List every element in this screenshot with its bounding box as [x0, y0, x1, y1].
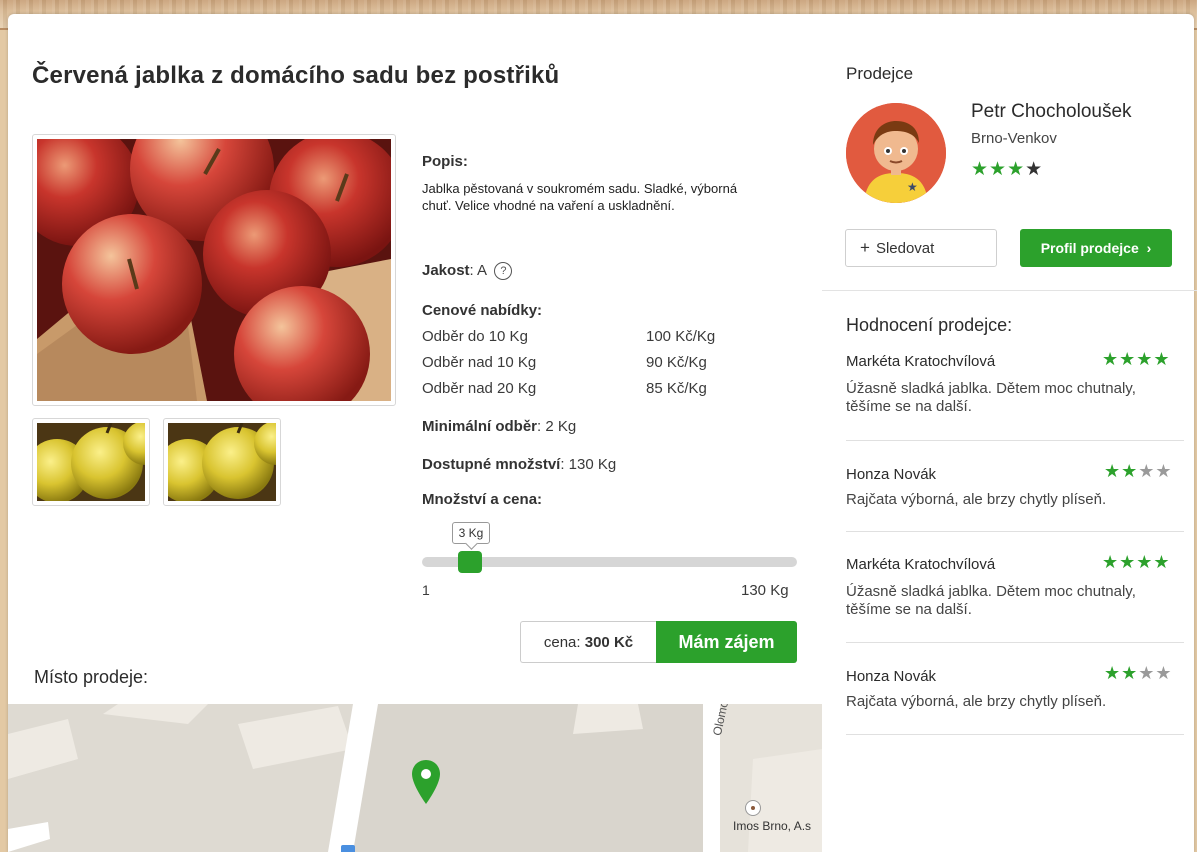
star-icon: ★ — [1136, 349, 1154, 369]
quality-row: Jakost: A ? — [422, 262, 513, 281]
review-text: Rajčata výborná, ale brzy chytly plíseň. — [846, 693, 1107, 710]
available-label: Dostupné množství — [422, 456, 561, 473]
plus-icon: + — [860, 238, 870, 257]
star-icon: ★ — [1119, 552, 1137, 572]
slider-min-label: 1 — [422, 582, 430, 598]
price-value: 300 Kč — [584, 634, 634, 651]
yellow-apples-thumb — [168, 423, 276, 501]
star-icon: ★ — [1007, 159, 1026, 180]
star-icon: ★ — [1153, 552, 1171, 572]
review-author: Markéta Kratochvílová — [846, 353, 996, 370]
quality-value: : A — [469, 262, 487, 279]
profile-label: Profil prodejce — [1040, 240, 1139, 256]
review-divider — [846, 734, 1184, 735]
review-stars: ★★★★ — [1102, 552, 1171, 573]
product-main-photo[interactable] — [32, 134, 396, 406]
help-circle-icon[interactable]: ? — [494, 262, 513, 281]
offer-label-2: Odběr nad 10 Kg — [422, 354, 537, 371]
follow-label: Sledovat — [875, 240, 935, 257]
min-order-row: Minimální odběr: 2 Kg — [422, 418, 576, 435]
transit-icon[interactable] — [341, 845, 355, 852]
offer-price-2: 90 Kč/Kg — [646, 354, 707, 371]
min-order-label: Minimální odběr — [422, 418, 538, 435]
review-stars: ★★★★ — [1104, 461, 1173, 482]
seller-avatar[interactable]: ★ — [846, 103, 946, 203]
quality-label: Jakost — [422, 262, 470, 279]
map-pin-shape — [412, 760, 440, 804]
thumbnail-illustration — [168, 423, 276, 501]
star-icon: ★ — [1104, 461, 1122, 481]
star-icon: ★ — [1102, 552, 1120, 572]
yellow-apples-thumb — [37, 423, 145, 501]
slider-max-label: 130 Kg — [741, 582, 789, 599]
apples-photo — [37, 139, 391, 401]
review-text: Úžasně sladká jablka. Dětem moc chutnaly… — [846, 583, 1136, 618]
seller-rating-stars: ★★★★ — [971, 158, 1043, 181]
seller-name: Petr Chocholoušek — [971, 101, 1132, 122]
offer-price-3: 85 Kč/Kg — [646, 380, 707, 397]
slider-value-tooltip: 3 Kg — [452, 522, 490, 544]
star-icon: ★ — [1121, 461, 1139, 481]
review-text: Úžasně sladká jablka. Dětem moc chutnaly… — [846, 380, 1136, 415]
review-divider — [846, 440, 1184, 441]
place-of-sale-label: Místo prodeje: — [34, 667, 149, 687]
star-icon: ★ — [1136, 552, 1154, 572]
product-thumbnail-1[interactable] — [32, 418, 150, 506]
svg-text:★: ★ — [907, 180, 918, 194]
star-icon: ★ — [989, 159, 1008, 180]
review-divider — [846, 531, 1184, 532]
poi-icon[interactable] — [745, 800, 761, 816]
offer-label-3: Odběr nad 20 Kg — [422, 380, 537, 397]
apples-illustration — [37, 139, 391, 401]
star-icon: ★ — [1138, 461, 1156, 481]
offer-label-1: Odběr do 10 Kg — [422, 328, 528, 345]
thumbnail-illustration — [37, 423, 145, 501]
review-stars: ★★★★ — [1102, 349, 1171, 370]
poi-label: Imos Brno, A.s — [733, 819, 812, 833]
seller-heading: Prodejce — [846, 64, 914, 83]
description-text: Jablka pěstovaná v soukromém sadu. Sladk… — [422, 181, 738, 213]
quantity-slider-handle[interactable] — [458, 551, 482, 573]
star-icon: ★ — [1102, 349, 1120, 369]
review-author: Markéta Kratochvílová — [846, 556, 996, 573]
price-display: cena: 300 Kč — [520, 621, 656, 663]
price-prefix: cena: — [543, 634, 581, 651]
star-icon: ★ — [1104, 663, 1122, 683]
review-author: Honza Novák — [846, 466, 937, 483]
star-icon: ★ — [1138, 663, 1156, 683]
review-author: Honza Novák — [846, 668, 937, 685]
star-icon: ★ — [1155, 461, 1173, 481]
reviews-heading-colon: : — [1007, 315, 1013, 335]
avatar-illustration: ★ — [846, 103, 946, 203]
offers-label: Cenové nabídky: — [422, 302, 543, 319]
star-icon: ★ — [971, 159, 990, 180]
product-thumbnail-2[interactable] — [163, 418, 281, 506]
interest-button[interactable]: Mám zájem — [656, 621, 797, 663]
available-row: Dostupné množství: 130 Kg — [422, 456, 616, 473]
chevron-right-icon: › — [1146, 240, 1152, 256]
min-order-value: : 2 Kg — [537, 418, 577, 435]
poi-dot — [751, 806, 755, 810]
product-title: Červená jablka z domácího sadu bez postř… — [32, 62, 560, 89]
star-icon: ★ — [1121, 663, 1139, 683]
star-icon: ★ — [1119, 349, 1137, 369]
sale-location-map[interactable]: Olomoucká Imos Brno, A.s — [8, 704, 822, 852]
available-value: : 130 Kg — [560, 456, 617, 473]
offer-price-1: 100 Kč/Kg — [646, 328, 716, 345]
star-icon: ★ — [1025, 159, 1044, 180]
seller-profile-button[interactable]: Profil prodejce › — [1020, 229, 1172, 267]
seller-location: Brno-Venkov — [971, 130, 1057, 147]
star-icon: ★ — [1155, 663, 1173, 683]
sidebar-divider — [822, 290, 1197, 291]
reviews-heading-text: Hodnocení prodejce — [846, 315, 1008, 335]
review-stars: ★★★★ — [1104, 663, 1173, 684]
quantity-price-label: Množství a cena: — [422, 491, 543, 508]
review-divider — [846, 642, 1184, 643]
star-icon: ★ — [1153, 349, 1171, 369]
map-pin-icon[interactable] — [412, 760, 440, 809]
follow-button[interactable]: + Sledovat — [845, 229, 997, 267]
review-text: Rajčata výborná, ale brzy chytly plíseň. — [846, 491, 1107, 508]
description-label: Popis: — [422, 153, 468, 170]
reviews-heading: Hodnocení prodejce: — [846, 315, 1012, 336]
